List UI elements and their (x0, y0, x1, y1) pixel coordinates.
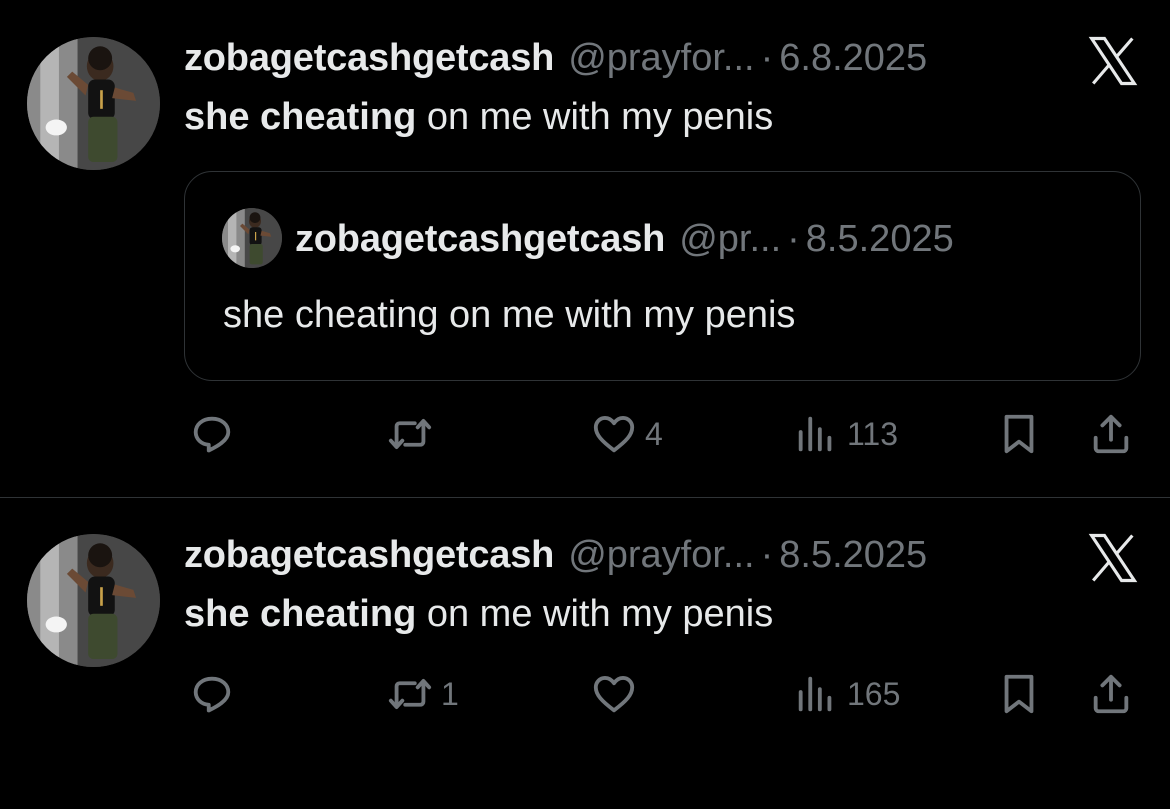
separator: · (760, 534, 774, 576)
reply-button[interactable] (189, 404, 243, 464)
retweet-icon (387, 411, 433, 457)
action-bar: 4 113 (0, 404, 1170, 464)
avatar[interactable] (27, 37, 160, 170)
avatar[interactable] (27, 534, 160, 667)
reply-icon (189, 671, 235, 717)
retweet-button[interactable]: 1 (387, 664, 459, 724)
tweet[interactable]: zobagetcashgetcash @prayfor... · 8.5.202… (0, 498, 1170, 809)
quote-avatar (222, 208, 282, 268)
quote-date: 8.5.2025 (805, 218, 954, 260)
share-icon (1088, 411, 1134, 457)
share-icon (1088, 671, 1134, 717)
views-count: 113 (847, 415, 899, 452)
quote-display-name: zobagetcashgetcash (295, 218, 666, 260)
share-button[interactable] (1088, 404, 1134, 464)
tweet-text: she cheating on me with my penis (184, 589, 773, 639)
display-name[interactable]: zobagetcashgetcash (184, 530, 554, 580)
share-button[interactable] (1088, 664, 1134, 724)
tweet-text-bold: she cheating (184, 96, 417, 138)
tweet[interactable]: zobagetcashgetcash @prayfor... · 6.8.202… (0, 0, 1170, 498)
separator: · (760, 37, 774, 79)
user-handle[interactable]: @prayfor... (568, 33, 754, 83)
views-icon (793, 671, 839, 717)
quote-header: zobagetcashgetcash @pr... · 8.5.2025 (295, 214, 954, 264)
views-button[interactable]: 113 (793, 404, 898, 464)
tweet-header: zobagetcashgetcash @prayfor... · 6.8.202… (184, 33, 927, 83)
retweet-button[interactable] (387, 404, 441, 464)
like-count: 4 (645, 415, 663, 452)
action-bar: 1 165 (0, 664, 1170, 724)
retweet-count: 1 (441, 675, 459, 712)
bookmark-button[interactable] (996, 404, 1042, 464)
bookmark-button[interactable] (996, 664, 1042, 724)
quote-user-handle: @pr... (679, 218, 782, 260)
reply-icon (189, 411, 235, 457)
retweet-icon (387, 671, 433, 717)
tweet-date[interactable]: 6.8.2025 (779, 33, 927, 83)
tweet-text: she cheating on me with my penis (184, 92, 773, 142)
quote-tweet-card[interactable]: zobagetcashgetcash @pr... · 8.5.2025 she… (184, 171, 1141, 381)
like-button[interactable] (591, 664, 645, 724)
heart-icon (591, 411, 637, 457)
views-button[interactable]: 165 (793, 664, 900, 724)
tweet-date[interactable]: 8.5.2025 (779, 530, 927, 580)
tweet-text-bold: she cheating (184, 593, 417, 635)
quote-avatar-image (222, 208, 282, 268)
heart-icon (591, 671, 637, 717)
display-name[interactable]: zobagetcashgetcash (184, 33, 554, 83)
bookmark-icon (996, 411, 1042, 457)
views-count: 165 (847, 675, 901, 712)
views-icon (793, 411, 839, 457)
x-logo-icon (1086, 531, 1140, 585)
tweet-text-rest: on me with my penis (416, 593, 774, 635)
x-logo-icon (1086, 34, 1140, 88)
avatar-image (27, 37, 160, 170)
quote-separator: · (787, 218, 800, 260)
tweet-header: zobagetcashgetcash @prayfor... · 8.5.202… (184, 530, 927, 580)
like-button[interactable]: 4 (591, 404, 663, 464)
avatar-image (27, 534, 160, 667)
user-handle[interactable]: @prayfor... (568, 530, 754, 580)
bookmark-icon (996, 671, 1042, 717)
quote-text: she cheating on me with my penis (223, 294, 796, 336)
tweet-text-rest: on me with my penis (416, 96, 774, 138)
reply-button[interactable] (189, 664, 243, 724)
